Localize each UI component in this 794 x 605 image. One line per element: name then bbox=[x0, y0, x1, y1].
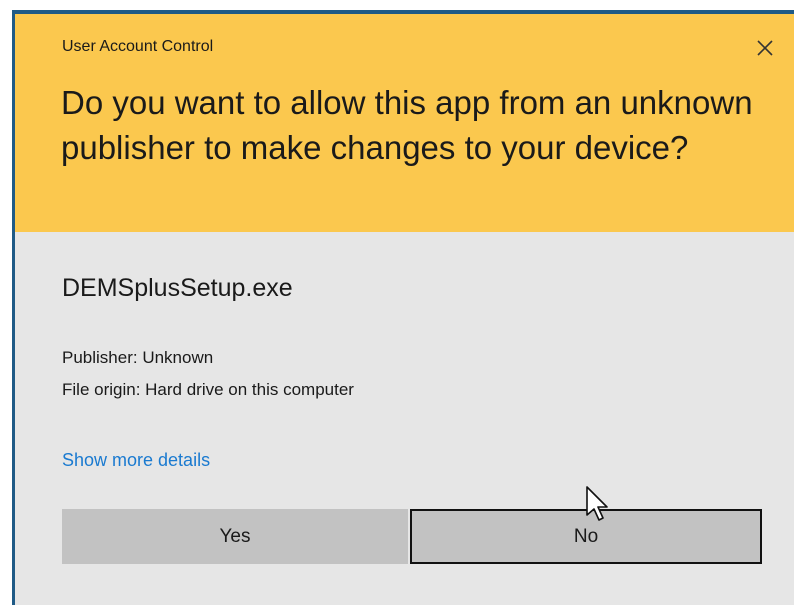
close-button[interactable] bbox=[745, 28, 785, 68]
app-name: DEMSplusSetup.exe bbox=[62, 274, 293, 302]
permission-question: Do you want to allow this app from an un… bbox=[61, 84, 753, 166]
file-origin-info: File origin: Hard drive on this computer bbox=[62, 380, 354, 399]
publisher-info: Publisher: Unknown bbox=[62, 348, 214, 367]
dialog-title: User Account Control bbox=[62, 38, 214, 55]
yes-button-label: Yes bbox=[219, 525, 251, 547]
show-more-details-link[interactable]: Show more details bbox=[62, 450, 210, 471]
close-icon bbox=[757, 40, 773, 56]
dialog-header: User Account Control Do you want to allo… bbox=[15, 14, 794, 232]
yes-button[interactable]: Yes bbox=[62, 509, 408, 564]
no-button-label: No bbox=[573, 525, 599, 547]
no-button[interactable]: No bbox=[410, 509, 762, 564]
uac-dialog: User Account Control Do you want to allo… bbox=[15, 14, 794, 605]
